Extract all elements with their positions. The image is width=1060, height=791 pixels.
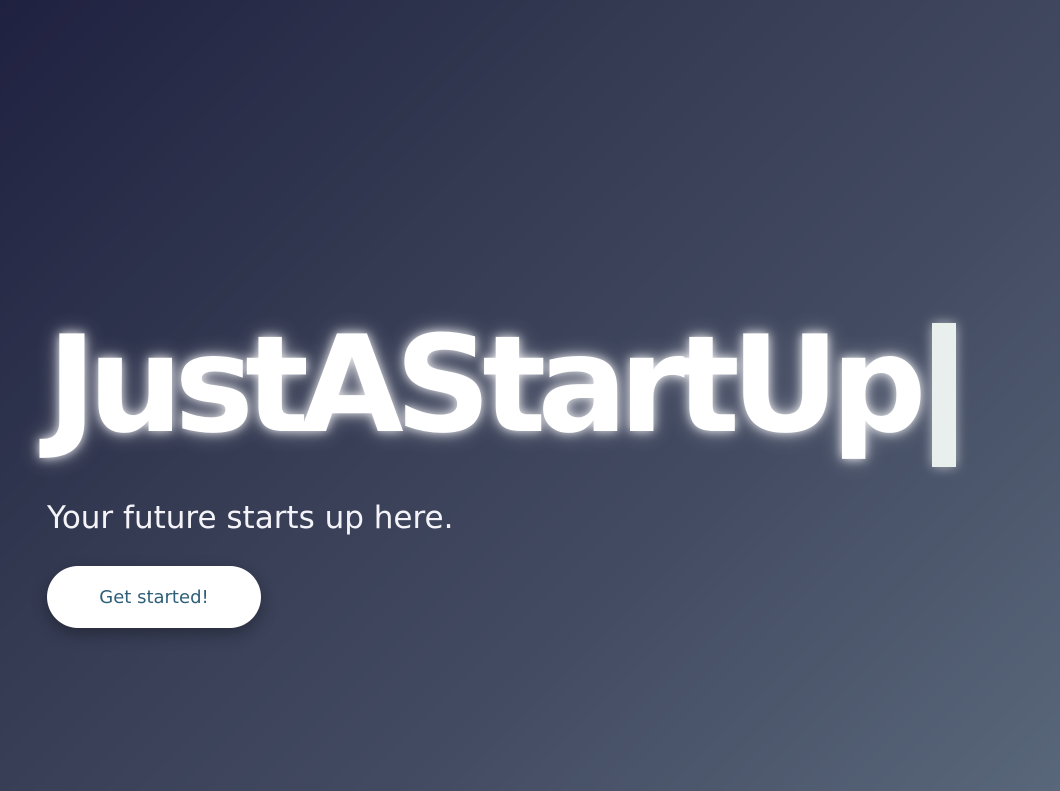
landing-page: { "hero": { "headline": "JustAStartUp", …	[0, 0, 1060, 791]
hero-tagline: Your future starts up here.	[47, 500, 454, 536]
hero-section: JustAStartUp Your future starts up here.…	[47, 310, 1047, 628]
headline-row: JustAStartUp	[47, 310, 1047, 480]
typing-cursor	[931, 323, 956, 467]
get-started-button[interactable]: Get started!	[47, 566, 261, 628]
hero-headline: JustAStartUp	[47, 307, 927, 463]
